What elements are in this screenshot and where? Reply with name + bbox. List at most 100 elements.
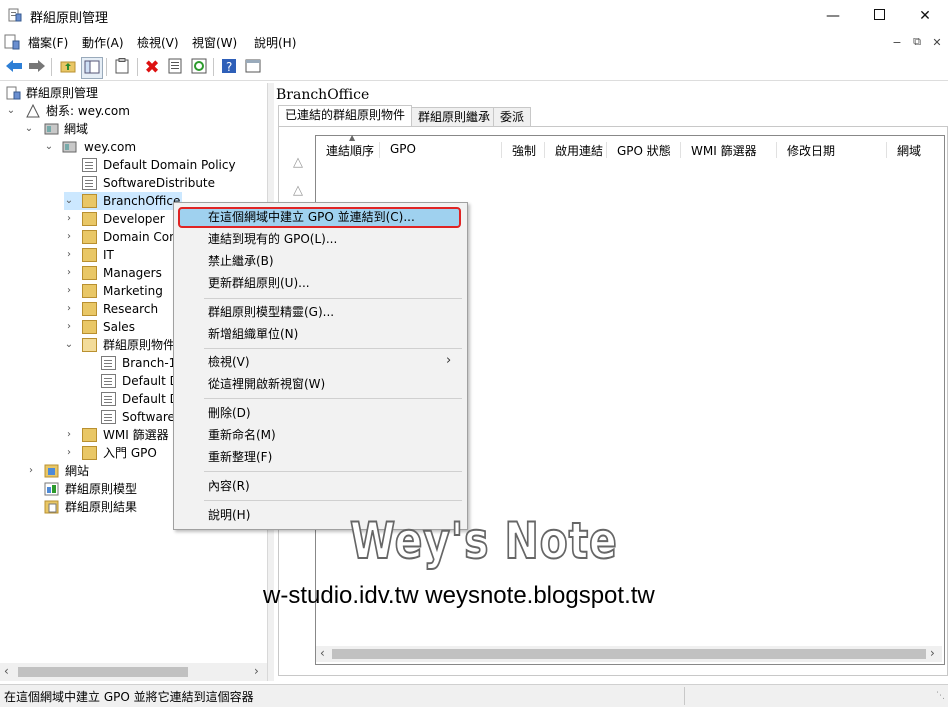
scroll-thumb[interactable]: [18, 667, 188, 677]
tree-label: wey.com: [84, 140, 137, 154]
collapse-arrow-icon[interactable]: ⌄: [64, 192, 74, 210]
menu-item-new-ou[interactable]: 新增組織單位(N): [208, 324, 298, 344]
move-up-icon[interactable]: △: [289, 183, 307, 201]
refresh-button[interactable]: [189, 57, 209, 77]
column-header-wmi-filter[interactable]: WMI 篩選器: [681, 142, 777, 158]
expand-arrow-icon[interactable]: ›: [26, 462, 36, 480]
toolbar-separator: [213, 58, 214, 76]
expand-arrow-icon[interactable]: ›: [64, 426, 74, 444]
watermark-title: Wey's Note: [349, 511, 618, 571]
menu-item-rename[interactable]: 重新命名(M): [208, 425, 276, 445]
menu-item-modeling-wizard[interactable]: 群組原則模型精靈(G)...: [208, 302, 334, 322]
menu-view[interactable]: 檢視(V): [137, 34, 179, 51]
delete-button[interactable]: ✖: [142, 57, 162, 78]
expand-arrow-icon[interactable]: ›: [64, 228, 74, 246]
tree-node-branch-office[interactable]: ⌄ BranchOffice: [64, 192, 182, 210]
menu-item-gp-update[interactable]: 更新群組原則(U)...: [208, 273, 310, 293]
menu-item-help[interactable]: 說明(H): [208, 505, 250, 525]
tab-delegation[interactable]: 委派: [493, 107, 532, 126]
close-icon: ✕: [919, 7, 931, 24]
properties-button[interactable]: [165, 57, 185, 77]
menu-separator: [204, 500, 462, 501]
ou-folder-icon: [82, 302, 97, 316]
column-header-gpo-status[interactable]: GPO 狀態: [607, 142, 681, 158]
list-horizontal-scrollbar[interactable]: ‹ ›: [316, 646, 942, 662]
expand-arrow-icon[interactable]: ›: [64, 444, 74, 462]
sort-ascending-icon: ▲: [349, 133, 356, 142]
back-button[interactable]: [4, 57, 24, 77]
folder-up-icon: [60, 59, 76, 76]
menu-item-link-existing-gpo[interactable]: 連結到現有的 GPO(L)...: [208, 229, 337, 249]
menu-help[interactable]: 說明(H): [254, 34, 296, 51]
move-to-top-icon[interactable]: △: [289, 155, 307, 173]
expand-arrow-icon[interactable]: ›: [64, 210, 74, 228]
clipboard-button[interactable]: [112, 57, 132, 77]
column-header-link-enabled[interactable]: 啟用連結: [545, 142, 607, 158]
column-header-domain[interactable]: 網域: [887, 142, 943, 158]
minimize-button[interactable]: —: [810, 0, 856, 31]
scroll-left-arrow-icon[interactable]: ‹: [320, 646, 325, 660]
scroll-thumb[interactable]: [332, 649, 926, 659]
scroll-left-arrow-icon[interactable]: ‹: [4, 664, 9, 678]
menu-file[interactable]: 檔案(F): [28, 34, 68, 51]
tree-label: Branch-1: [122, 356, 177, 370]
tab-gp-inheritance[interactable]: 群組原則繼承: [411, 107, 498, 126]
show-hide-tree-button[interactable]: [81, 57, 103, 79]
gpo-icon: [101, 356, 116, 370]
menu-item-view[interactable]: 檢視(V): [208, 352, 250, 372]
sites-icon: [44, 464, 59, 478]
refresh-icon: [191, 58, 207, 77]
help-button[interactable]: ?: [219, 57, 239, 77]
up-level-button[interactable]: [58, 57, 78, 77]
column-header-gpo[interactable]: GPO: [380, 142, 502, 158]
menu-action[interactable]: 動作(A): [82, 34, 124, 51]
column-header-enforced[interactable]: 強制: [502, 142, 545, 158]
column-header-link-order[interactable]: 連結順序: [316, 142, 380, 158]
status-text: 在這個網域中建立 GPO 並將它連結到這個容器: [4, 690, 254, 704]
menu-item-create-gpo-and-link[interactable]: 在這個網域中建立 GPO 並連結到(C)...: [208, 207, 415, 227]
console-pane-button[interactable]: [243, 57, 263, 77]
column-header-modified[interactable]: 修改日期: [777, 142, 887, 158]
resize-grip-icon[interactable]: ⋱: [936, 691, 945, 701]
toolbar-separator: [106, 58, 107, 76]
menu-item-new-window[interactable]: 從這裡開啟新視窗(W): [208, 374, 325, 394]
expand-arrow-icon[interactable]: ›: [64, 300, 74, 318]
tree-label: Sales: [103, 320, 135, 334]
ou-folder-icon: [82, 266, 97, 280]
collapse-arrow-icon[interactable]: ⌄: [44, 138, 54, 156]
expand-arrow-icon[interactable]: ›: [64, 246, 74, 264]
expand-arrow-icon[interactable]: ›: [64, 264, 74, 282]
mdi-minimize-icon[interactable]: −: [888, 34, 906, 50]
menu-bar: 檔案(F) 動作(A) 檢視(V) 視窗(W) 說明(H) − ⧉ ✕: [0, 31, 948, 53]
menu-item-delete[interactable]: 刪除(D): [208, 403, 251, 423]
menu-window[interactable]: 視窗(W): [192, 34, 237, 51]
tree-label: BranchOffice: [103, 194, 181, 208]
collapse-arrow-icon[interactable]: ⌄: [64, 336, 74, 354]
wmi-filter-icon: [82, 428, 97, 442]
forward-button[interactable]: [27, 57, 47, 77]
mdi-close-icon[interactable]: ✕: [928, 34, 946, 50]
collapse-arrow-icon[interactable]: ⌄: [24, 120, 34, 138]
menu-item-block-inheritance[interactable]: 禁止繼承(B): [208, 251, 274, 271]
starter-gpo-icon: [82, 446, 97, 460]
close-button[interactable]: ✕: [902, 0, 948, 31]
menu-item-refresh[interactable]: 重新整理(F): [208, 447, 272, 467]
scroll-right-arrow-icon[interactable]: ›: [930, 646, 935, 660]
maximize-button[interactable]: [856, 0, 902, 31]
tab-linked-gpos[interactable]: 已連結的群組原則物件: [278, 105, 413, 127]
expand-arrow-icon[interactable]: ›: [64, 282, 74, 300]
mdi-restore-icon[interactable]: ⧉: [908, 34, 926, 50]
menu-item-properties[interactable]: 內容(R): [208, 476, 250, 496]
context-menu: 在這個網域中建立 GPO 並連結到(C)... 連結到現有的 GPO(L)...…: [173, 202, 468, 530]
status-divider: [684, 687, 685, 705]
expand-arrow-icon[interactable]: ›: [64, 318, 74, 336]
gp-results-icon: [44, 500, 59, 514]
minimize-icon: —: [826, 7, 840, 24]
collapse-arrow-icon[interactable]: ⌄: [6, 102, 16, 120]
maximize-icon: [873, 8, 885, 24]
scroll-right-arrow-icon[interactable]: ›: [254, 664, 259, 678]
toolbar-separator: [51, 58, 52, 76]
left-horizontal-scrollbar[interactable]: ‹ ›: [0, 663, 267, 681]
tree-label: SoftwareDistribute: [103, 176, 216, 190]
system-menu-icon[interactable]: [4, 34, 20, 50]
